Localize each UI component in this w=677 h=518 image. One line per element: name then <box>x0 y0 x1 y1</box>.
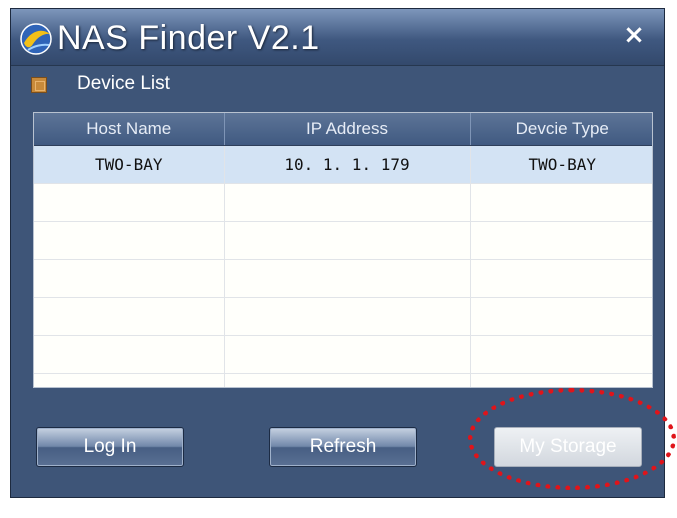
device-list-icon <box>31 77 47 93</box>
cell-host-name <box>34 259 225 298</box>
refresh-button[interactable]: Refresh <box>269 427 417 467</box>
cell-device-type <box>470 183 652 222</box>
nas-finder-window: NAS Finder V2.1 × Device List Host Name … <box>10 8 665 498</box>
table-row[interactable] <box>34 259 652 298</box>
globe-icon <box>20 23 52 55</box>
log-in-button[interactable]: Log In <box>36 427 184 467</box>
my-storage-button[interactable]: My Storage <box>494 427 642 467</box>
table-row[interactable]: TWO-BAY 10. 1. 1. 179 TWO-BAY <box>34 145 652 184</box>
cell-host-name <box>34 221 225 260</box>
cell-device-type <box>470 221 652 260</box>
window-title: NAS Finder V2.1 <box>57 19 320 57</box>
table-header-row: Host Name IP Address Devcie Type <box>34 113 652 146</box>
table-row[interactable] <box>34 373 652 387</box>
table-row[interactable] <box>34 335 652 374</box>
cell-host-name <box>34 297 225 336</box>
close-icon[interactable]: × <box>620 21 648 49</box>
cell-ip-address: 10. 1. 1. 179 <box>224 145 471 184</box>
device-list-label: Device List <box>77 73 170 94</box>
column-header-host-name[interactable]: Host Name <box>34 113 225 146</box>
device-list-table[interactable]: Host Name IP Address Devcie Type TWO-BAY… <box>33 112 653 388</box>
cell-host-name <box>34 373 225 387</box>
cell-device-type <box>470 373 652 387</box>
cell-ip-address <box>224 373 471 387</box>
cell-device-type <box>470 259 652 298</box>
cell-ip-address <box>224 335 471 374</box>
column-header-device-type[interactable]: Devcie Type <box>470 113 652 146</box>
cell-ip-address <box>224 183 471 222</box>
cell-host-name <box>34 335 225 374</box>
cell-device-type <box>470 297 652 336</box>
title-bar[interactable]: NAS Finder V2.1 × <box>11 9 664 66</box>
cell-device-type <box>470 335 652 374</box>
cell-ip-address <box>224 221 471 260</box>
cell-device-type: TWO-BAY <box>470 145 652 184</box>
table-row[interactable] <box>34 221 652 260</box>
cell-ip-address <box>224 259 471 298</box>
column-header-ip-address[interactable]: IP Address <box>224 113 471 146</box>
cell-host-name <box>34 183 225 222</box>
table-row[interactable] <box>34 297 652 336</box>
table-row[interactable] <box>34 183 652 222</box>
cell-host-name: TWO-BAY <box>34 145 225 184</box>
cell-ip-address <box>224 297 471 336</box>
